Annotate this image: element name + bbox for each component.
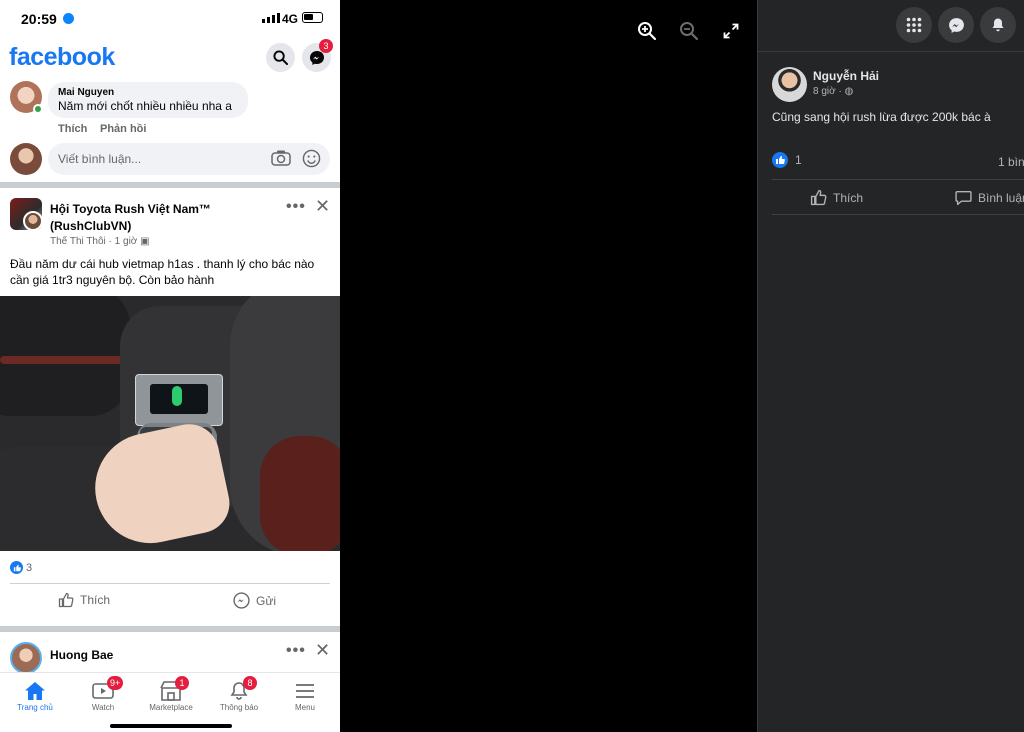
home-indicator xyxy=(110,724,232,728)
search-button[interactable] xyxy=(266,43,295,72)
post-photo[interactable] xyxy=(0,296,340,551)
bottom-tab-bar: Trang chủ 9+ Watch 1 Marketplace 8 Thông… xyxy=(0,672,340,732)
comment-text: Năm mới chốt nhiều nhiều nha a xyxy=(58,99,232,113)
grid-icon xyxy=(906,17,922,33)
tab-label: Thông báo xyxy=(219,703,259,712)
comment-reply-link[interactable]: Phản hồi xyxy=(100,123,146,135)
fullscreen-icon xyxy=(723,23,739,39)
tab-badge: 9+ xyxy=(107,676,124,690)
zoom-in-button[interactable] xyxy=(634,18,660,44)
menu-icon xyxy=(296,684,314,698)
fullscreen-button[interactable] xyxy=(718,18,744,44)
post-meta: 8 giờ · ◍ xyxy=(813,86,854,97)
next-post-author[interactable]: Huong Bae xyxy=(50,648,113,662)
signal-icon xyxy=(262,13,280,23)
tab-marketplace[interactable]: 1 Marketplace xyxy=(137,676,205,712)
comment-count[interactable]: 1 bình luận xyxy=(998,155,1024,169)
post-text: Cũng sang hội rush lừa được 200k bác à xyxy=(772,110,991,124)
camera-icon xyxy=(271,150,291,166)
author-avatar[interactable] xyxy=(772,67,807,102)
comment-icon xyxy=(955,190,972,206)
like-button[interactable]: Thích xyxy=(58,592,110,608)
status-time: 20:59 xyxy=(21,11,57,27)
post-time[interactable]: 1 giờ xyxy=(115,236,138,247)
reaction-count: 1 xyxy=(795,153,802,167)
author-avatar[interactable] xyxy=(23,211,43,231)
zoom-out-icon xyxy=(680,22,699,41)
tab-label: Trang chủ xyxy=(17,703,53,712)
comment-panel: Nguyễn Hải 8 giờ · ◍ Cũng sang hội rush … xyxy=(757,0,1024,732)
thumbs-up-icon xyxy=(810,189,827,206)
comment-like-link[interactable]: Thích xyxy=(58,123,87,135)
like-label: Thích xyxy=(80,593,111,607)
like-button[interactable]: Thích xyxy=(810,189,863,206)
online-indicator xyxy=(33,104,43,114)
search-icon xyxy=(273,50,288,65)
zoom-in-icon xyxy=(638,22,657,41)
post-text: Đầu năm dư cái hub vietmap h1as . thanh … xyxy=(10,257,315,287)
comment-author[interactable]: Mai Nguyen xyxy=(58,87,238,98)
messenger-send-icon xyxy=(233,592,250,609)
author-name[interactable]: Nguyễn Hải xyxy=(813,69,879,83)
thumbs-up-icon xyxy=(58,592,74,608)
divider xyxy=(772,179,1024,180)
privacy-icon: ▣ xyxy=(140,236,150,247)
location-icon xyxy=(63,13,74,24)
comment-label: Bình luận xyxy=(978,190,1024,205)
messenger-button[interactable]: 3 xyxy=(302,39,333,72)
post-time[interactable]: 8 giờ xyxy=(813,86,836,97)
close-icon[interactable]: ✕ xyxy=(315,196,330,217)
messenger-button[interactable] xyxy=(938,7,974,43)
tab-label: Menu xyxy=(294,703,315,712)
reaction-summary[interactable]: 1 xyxy=(772,152,802,168)
tab-notifications[interactable]: 8 Thông báo xyxy=(205,676,273,712)
tab-menu[interactable]: Menu xyxy=(271,679,339,712)
post-meta: Thế Thi Thôi · 1 giờ ▣ xyxy=(50,236,150,247)
close-icon[interactable]: ✕ xyxy=(315,640,330,661)
tab-label: Marketplace xyxy=(149,703,193,712)
bell-icon xyxy=(992,18,1004,32)
status-bar: 20:59 4G xyxy=(0,0,340,38)
reaction-summary[interactable]: 3 xyxy=(10,561,32,574)
menu-grid-button[interactable] xyxy=(896,7,932,43)
panel-top-bar xyxy=(758,0,1024,52)
divider xyxy=(772,214,1024,215)
post-author[interactable]: Thế Thi Thôi xyxy=(50,236,106,247)
comment-bubble: Mai Nguyen Năm mới chốt nhiều nhiều nha … xyxy=(48,82,248,118)
messenger-icon xyxy=(948,17,964,33)
feed-separator xyxy=(0,182,340,188)
next-post-avatar[interactable] xyxy=(10,642,42,674)
battery-icon xyxy=(302,12,323,23)
tab-watch[interactable]: 9+ Watch xyxy=(69,676,137,712)
zoom-out-button[interactable] xyxy=(676,18,702,44)
phone-screenshot: 20:59 4G facebook 3 Mai Nguyen Năm mới c… xyxy=(0,0,340,732)
reaction-count: 3 xyxy=(26,561,33,574)
home-icon xyxy=(25,682,45,700)
globe-icon: ◍ xyxy=(844,86,854,97)
network-type: 4G xyxy=(282,12,299,26)
emoji-icon xyxy=(302,149,321,168)
more-options-icon[interactable]: ••• xyxy=(286,642,306,660)
comment-input-placeholder: Viết bình luận... xyxy=(58,152,142,166)
messenger-badge: 3 xyxy=(319,39,333,53)
like-label: Thích xyxy=(833,190,864,205)
tab-label: Watch xyxy=(91,703,115,712)
send-label: Gửi xyxy=(256,593,277,608)
notifications-button[interactable] xyxy=(980,7,1016,43)
tab-home[interactable]: Trang chủ xyxy=(1,679,69,712)
feed-separator xyxy=(0,626,340,632)
more-options-icon[interactable]: ••• xyxy=(286,198,306,216)
tab-badge: 1 xyxy=(175,676,189,690)
send-button[interactable]: Gửi xyxy=(233,592,276,609)
comment-button[interactable]: Bình luận xyxy=(955,189,1024,206)
like-reaction-icon xyxy=(772,152,788,168)
facebook-logo: facebook xyxy=(9,43,115,71)
like-reaction-icon xyxy=(10,561,23,574)
my-avatar xyxy=(10,143,42,175)
tab-badge: 8 xyxy=(243,676,257,690)
group-name[interactable]: Hội Toyota Rush Việt Nam™ (RushClubVN) xyxy=(50,201,280,235)
divider xyxy=(10,583,330,584)
